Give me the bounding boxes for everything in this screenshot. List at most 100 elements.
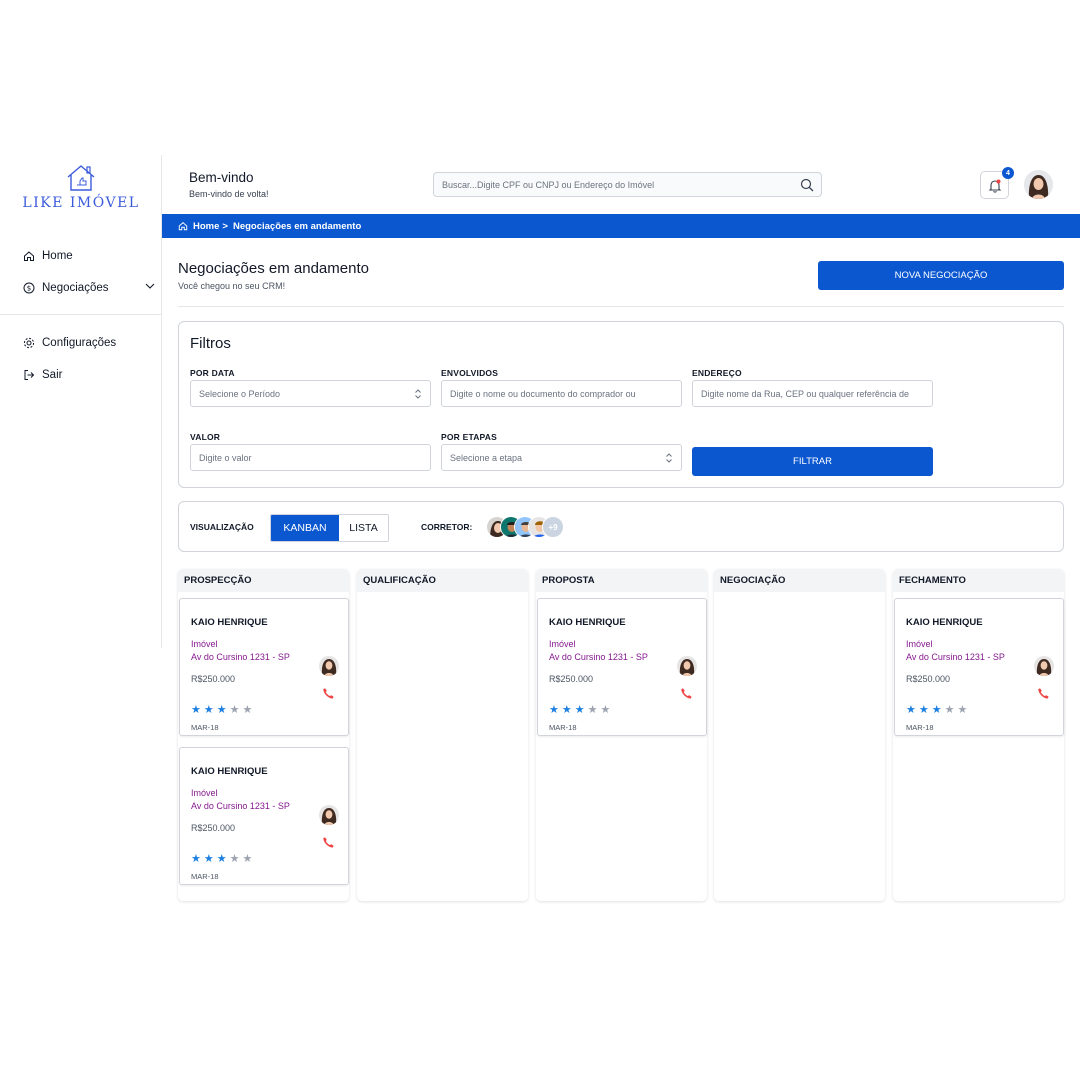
star-icon: ★ bbox=[191, 704, 201, 716]
phone-icon[interactable] bbox=[1037, 687, 1050, 705]
kanban-column-proposta: PROPOSTA KAIO HENRIQUE Imóvel Av do Curs… bbox=[536, 569, 707, 901]
rating-stars: ★ ★ ★ ★ ★ bbox=[549, 705, 610, 716]
deal-card[interactable]: KAIO HENRIQUE Imóvel Av do Cursino 1231 … bbox=[179, 598, 349, 736]
star-icon: ★ bbox=[191, 853, 201, 865]
star-icon: ★ bbox=[242, 853, 253, 865]
star-icon: ★ bbox=[229, 853, 240, 865]
star-icon: ★ bbox=[216, 853, 227, 865]
rating-stars: ★ ★ ★ ★ ★ bbox=[191, 705, 252, 716]
kanban-column-fechamento: FECHAMENTO KAIO HENRIQUE Imóvel Av do Cu… bbox=[893, 569, 1064, 901]
card-agent-avatar bbox=[1034, 656, 1054, 676]
date-period-select[interactable]: Selecione o Período bbox=[190, 380, 431, 407]
view-label: VISUALIZAÇÃO bbox=[190, 522, 254, 532]
welcome-title: Bem-vindo bbox=[189, 170, 254, 185]
stage-filter-label: POR ETAPAS bbox=[441, 432, 497, 442]
brand-logo[interactable]: LIKE IMÓVEL bbox=[0, 163, 162, 211]
deal-card[interactable]: KAIO HENRIQUE Imóvel Av do Cursino 1231 … bbox=[894, 598, 1064, 736]
kanban-column-prospeccao: PROSPECÇÃO KAIO HENRIQUE Imóvel Av do Cu… bbox=[178, 569, 349, 901]
view-option-kanban[interactable]: KANBAN bbox=[271, 515, 339, 541]
more-brokers-badge[interactable]: +9 bbox=[542, 516, 564, 538]
sidebar-item-configuracoes[interactable]: Configurações bbox=[22, 333, 116, 353]
view-toolbar: VISUALIZAÇÃO KANBAN LISTA CORRETOR: +9 bbox=[178, 501, 1064, 552]
card-property-type: Imóvel bbox=[191, 788, 218, 798]
phone-icon[interactable] bbox=[322, 836, 335, 854]
search-icon[interactable] bbox=[800, 178, 814, 197]
sidebar-item-home[interactable]: Home bbox=[22, 246, 73, 266]
bell-icon bbox=[988, 179, 1001, 193]
filter-button[interactable]: FILTRAR bbox=[692, 447, 933, 476]
page-title: Negociações em andamento bbox=[178, 260, 369, 277]
sidebar-item-label: Sair bbox=[42, 369, 63, 381]
card-price: R$250.000 bbox=[191, 823, 236, 833]
brand-name: LIKE IMÓVEL bbox=[22, 195, 140, 211]
involved-placeholder: Digite o nome ou documento do comprador … bbox=[450, 388, 636, 399]
view-option-lista[interactable]: LISTA bbox=[339, 515, 388, 541]
card-price: R$250.000 bbox=[191, 674, 236, 684]
sidebar-item-label: Home bbox=[42, 250, 73, 262]
column-title: NEGOCIAÇÃO bbox=[714, 569, 885, 592]
column-title: QUALIFICAÇÃO bbox=[357, 569, 528, 592]
user-avatar[interactable] bbox=[1024, 170, 1053, 199]
notification-count-badge: 4 bbox=[1002, 167, 1014, 179]
card-price: R$250.000 bbox=[549, 674, 594, 684]
card-date: MAR-18 bbox=[549, 723, 577, 732]
star-icon: ★ bbox=[229, 704, 240, 716]
new-negotiation-button[interactable]: NOVA NEGOCIAÇÃO bbox=[818, 261, 1064, 290]
value-filter-label: VALOR bbox=[190, 432, 221, 442]
card-date: MAR-18 bbox=[191, 723, 219, 732]
sidebar-item-label: Configurações bbox=[42, 337, 117, 349]
breadcrumb-current: Negociações em andamento bbox=[232, 220, 362, 232]
card-agent-avatar bbox=[677, 656, 697, 676]
date-filter-label: POR DATA bbox=[190, 368, 235, 378]
address-input[interactable]: Digite nome da Rua, CEP ou qualquer refe… bbox=[692, 380, 933, 407]
star-icon: ★ bbox=[203, 704, 214, 716]
phone-icon[interactable] bbox=[680, 687, 693, 705]
card-property-type: Imóvel bbox=[549, 639, 576, 649]
chevron-down-icon[interactable] bbox=[144, 280, 156, 295]
sidebar-item-sair[interactable]: Sair bbox=[22, 365, 62, 385]
section-divider bbox=[178, 306, 1064, 307]
star-icon: ★ bbox=[561, 704, 572, 716]
card-date: MAR-18 bbox=[191, 872, 219, 881]
sidebar: LIKE IMÓVEL Home $ Negociações Configura… bbox=[0, 155, 162, 648]
stage-select[interactable]: Selecione a etapa bbox=[441, 444, 682, 471]
stage-placeholder: Selecione a etapa bbox=[450, 452, 523, 463]
breadcrumb-home[interactable]: Home bbox=[193, 221, 219, 232]
star-icon: ★ bbox=[216, 704, 227, 716]
card-address: Av do Cursino 1231 - SP bbox=[191, 801, 290, 811]
view-toggle: KANBAN LISTA bbox=[270, 514, 389, 542]
search-input[interactable] bbox=[442, 179, 782, 190]
card-agent-avatar bbox=[319, 656, 339, 676]
card-client-name: KAIO HENRIQUE bbox=[191, 617, 268, 628]
kanban-column-qualificacao: QUALIFICAÇÃO bbox=[357, 569, 528, 901]
card-address: Av do Cursino 1231 - SP bbox=[191, 652, 290, 662]
star-icon: ★ bbox=[242, 704, 253, 716]
deal-card[interactable]: KAIO HENRIQUE Imóvel Av do Cursino 1231 … bbox=[537, 598, 707, 736]
value-placeholder: Digite o valor bbox=[199, 452, 252, 463]
breadcrumb-separator: > bbox=[222, 220, 228, 232]
date-period-placeholder: Selecione o Período bbox=[199, 388, 281, 399]
page-subtitle: Você chegou no seu CRM! bbox=[178, 281, 286, 291]
home-icon bbox=[22, 249, 36, 263]
deal-card[interactable]: KAIO HENRIQUE Imóvel Av do Cursino 1231 … bbox=[179, 747, 349, 885]
star-icon: ★ bbox=[944, 704, 955, 716]
involved-input[interactable]: Digite o nome ou documento do comprador … bbox=[441, 380, 682, 407]
card-property-type: Imóvel bbox=[191, 639, 218, 649]
card-client-name: KAIO HENRIQUE bbox=[549, 617, 626, 628]
star-icon: ★ bbox=[587, 704, 598, 716]
column-title: PROSPECÇÃO bbox=[178, 569, 349, 592]
home-icon[interactable] bbox=[178, 221, 188, 231]
card-agent-avatar bbox=[319, 805, 339, 825]
card-client-name: KAIO HENRIQUE bbox=[191, 766, 268, 777]
sidebar-item-negociacoes[interactable]: $ Negociações bbox=[22, 278, 156, 298]
phone-icon[interactable] bbox=[322, 687, 335, 705]
select-arrows-icon bbox=[414, 388, 422, 402]
dollar-circle-icon: $ bbox=[22, 281, 36, 295]
house-logo-icon bbox=[67, 165, 95, 191]
value-input[interactable]: Digite o valor bbox=[190, 444, 431, 471]
broker-label: CORRETOR: bbox=[421, 522, 473, 532]
column-title: PROPOSTA bbox=[536, 569, 707, 592]
card-address: Av do Cursino 1231 - SP bbox=[906, 652, 1005, 662]
involved-filter-label: ENVOLVIDOS bbox=[441, 368, 499, 378]
star-icon: ★ bbox=[931, 704, 942, 716]
